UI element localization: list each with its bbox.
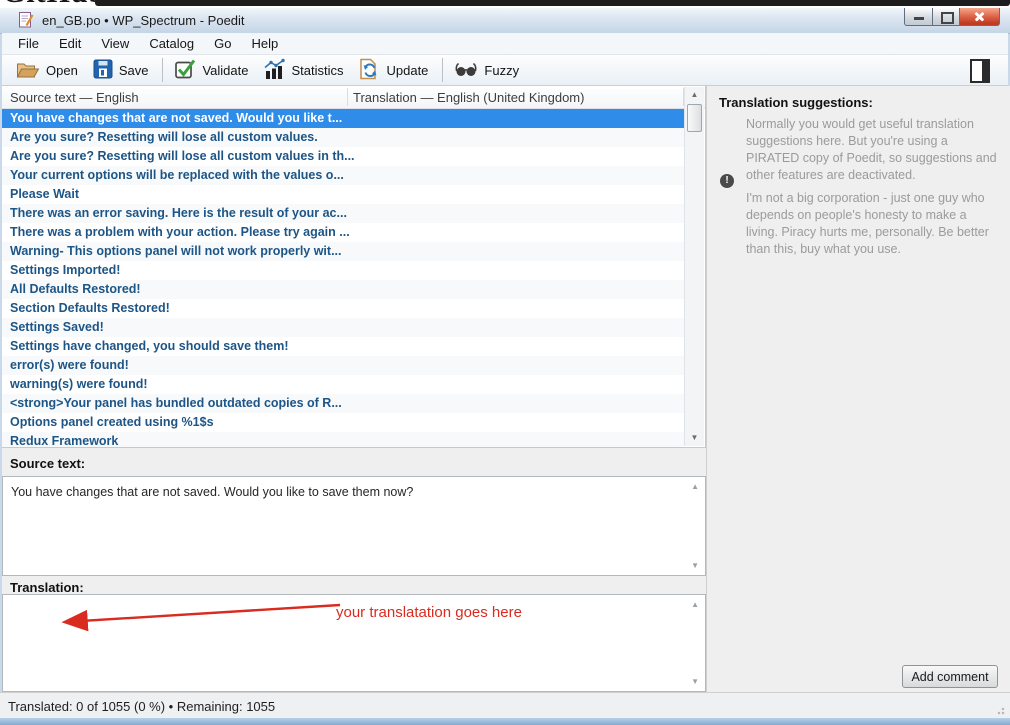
toolbar: Open Save <box>2 55 1008 86</box>
window-controls <box>904 8 1000 27</box>
poedit-window: en_GB.po • WP_Spectrum - Poedit FileEdit… <box>0 8 1010 725</box>
table-row[interactable]: Please Wait <box>2 185 684 204</box>
update-refresh-icon <box>358 58 380 83</box>
toolbar-separator <box>442 58 443 82</box>
column-divider[interactable] <box>347 88 348 106</box>
minimize-button[interactable] <box>904 8 933 26</box>
scrollbar-thumb[interactable] <box>687 104 702 132</box>
status-text: Translated: 0 of 1055 (0 %) • Remaining:… <box>8 699 275 714</box>
window-title: en_GB.po • WP_Spectrum - Poedit <box>42 13 245 28</box>
source-text-box[interactable]: You have changes that are not saved. Wou… <box>2 476 706 576</box>
suggestions-panel: Translation suggestions: Normally you wo… <box>706 86 1010 692</box>
open-folder-icon <box>16 59 40 82</box>
fuzzy-glasses-icon <box>454 60 478 81</box>
info-icon: ! <box>720 174 734 188</box>
menu-item-help[interactable]: Help <box>241 33 288 55</box>
titlebar: en_GB.po • WP_Spectrum - Poedit <box>0 8 1010 34</box>
save-floppy-icon <box>93 59 113 82</box>
maximize-button[interactable] <box>933 8 960 26</box>
add-comment-button[interactable]: Add comment <box>902 665 998 688</box>
table-row[interactable]: There was a problem with your action. Pl… <box>2 223 684 242</box>
table-row[interactable]: Options panel created using %1$s <box>2 413 684 432</box>
menu-item-file[interactable]: File <box>8 33 49 55</box>
source-text-label: Source text: <box>2 448 706 476</box>
toolbar-separator <box>162 58 163 82</box>
statistics-button[interactable]: Statistics <box>257 56 352 85</box>
validate-button[interactable]: Validate <box>168 56 257 85</box>
save-button[interactable]: Save <box>87 57 158 84</box>
table-row[interactable]: Are you sure? Resetting will lose all cu… <box>2 128 684 147</box>
suggestions-title: Translation suggestions: <box>719 95 873 110</box>
table-row[interactable]: You have changes that are not saved. Wou… <box>2 109 684 128</box>
validate-check-icon <box>174 58 196 83</box>
screen: GitHub en_GB.po • WP_Spectrum - Poedit <box>0 0 1010 725</box>
background-clipped-text: GitHub <box>2 0 106 8</box>
table-row[interactable]: warning(s) were found! <box>2 375 684 394</box>
table-row[interactable]: All Defaults Restored! <box>2 280 684 299</box>
table-row[interactable]: Settings have changed, you should save t… <box>2 337 684 356</box>
scroll-up-icon[interactable]: ▲ <box>691 482 699 491</box>
annotation-text: your translatation goes here <box>336 604 522 621</box>
open-button-label: Open <box>46 63 78 78</box>
suggestions-paragraph: I'm not a big corporation - just one guy… <box>746 190 1000 258</box>
menu-item-edit[interactable]: Edit <box>49 33 91 55</box>
table-row[interactable]: Warning- This options panel will not wor… <box>2 242 684 261</box>
scroll-up-icon[interactable]: ▲ <box>685 87 704 103</box>
save-button-label: Save <box>119 63 149 78</box>
list-scrollbar[interactable]: ▲ ▼ <box>684 87 704 446</box>
poedit-app-icon <box>19 12 34 28</box>
update-button-label: Update <box>386 63 428 78</box>
window-bottom-border <box>0 718 1010 725</box>
table-row[interactable]: Settings Saved! <box>2 318 684 337</box>
list-header: Source text — English Translation — Engl… <box>2 86 705 109</box>
fuzzy-button[interactable]: Fuzzy <box>448 58 528 83</box>
table-row[interactable]: Section Defaults Restored! <box>2 299 684 318</box>
fuzzy-button-label: Fuzzy <box>484 63 519 78</box>
desktop-background: GitHub <box>0 0 1010 8</box>
background-dark-bar <box>95 0 1010 6</box>
scroll-down-icon[interactable]: ▼ <box>691 561 699 570</box>
update-button[interactable]: Update <box>352 56 437 85</box>
message-list: You have changes that are not saved. Wou… <box>2 109 684 447</box>
sidebar-toggle-icon[interactable] <box>970 59 990 83</box>
translation-input[interactable]: your translatation goes here ▲ ▼ <box>2 594 706 692</box>
menu-item-go[interactable]: Go <box>204 33 241 55</box>
column-header-translation[interactable]: Translation — English (United Kingdom) <box>353 90 584 105</box>
table-row[interactable]: error(s) were found! <box>2 356 684 375</box>
validate-button-label: Validate <box>202 63 248 78</box>
table-row[interactable]: Your current options will be replaced wi… <box>2 166 684 185</box>
table-row[interactable]: Settings Imported! <box>2 261 684 280</box>
maximize-icon <box>941 12 954 24</box>
table-row[interactable]: There was an error saving. Here is the r… <box>2 204 684 223</box>
scroll-down-icon[interactable]: ▼ <box>691 677 699 686</box>
menubar: FileEditViewCatalogGoHelp <box>2 33 1008 55</box>
column-header-source[interactable]: Source text — English <box>10 90 139 105</box>
resize-grip-icon[interactable] <box>997 705 1007 715</box>
table-row[interactable]: Are you sure? Resetting will lose all cu… <box>2 147 684 166</box>
scroll-up-icon[interactable]: ▲ <box>691 600 699 609</box>
open-button[interactable]: Open <box>10 57 87 84</box>
menu-item-view[interactable]: View <box>91 33 139 55</box>
close-button[interactable] <box>960 8 1000 26</box>
statistics-chart-icon <box>263 58 285 83</box>
statusbar: Translated: 0 of 1055 (0 %) • Remaining:… <box>0 692 1010 718</box>
minimize-icon <box>914 17 924 20</box>
source-text-value: You have changes that are not saved. Wou… <box>11 484 679 500</box>
table-row[interactable]: <strong>Your panel has bundled outdated … <box>2 394 684 413</box>
translation-label: Translation: <box>2 576 706 594</box>
table-row[interactable]: Redux Framework <box>2 432 684 447</box>
scroll-down-icon[interactable]: ▼ <box>685 430 704 446</box>
translation-list: Source text — English Translation — Engl… <box>2 86 706 448</box>
menu-item-catalog[interactable]: Catalog <box>139 33 204 55</box>
statistics-button-label: Statistics <box>291 63 343 78</box>
suggestions-paragraph: Normally you would get useful translatio… <box>746 116 1000 184</box>
